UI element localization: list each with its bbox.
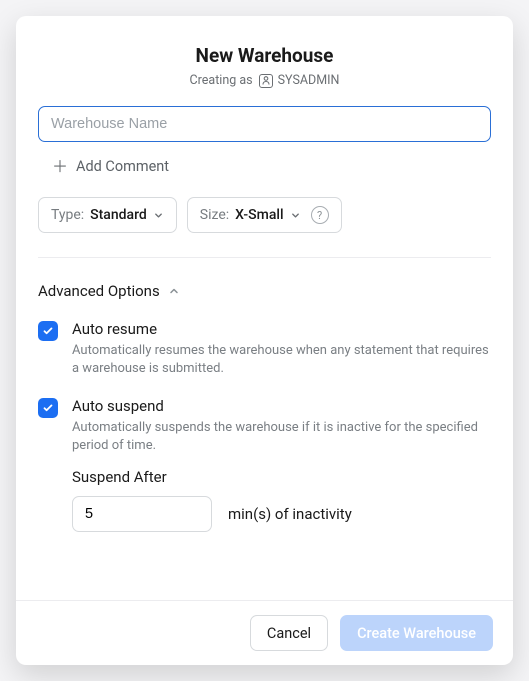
creating-as-prefix: Creating as xyxy=(190,73,253,88)
auto-resume-title: Auto resume xyxy=(72,320,491,338)
suspend-after-input[interactable] xyxy=(72,496,212,532)
role-badge: SYSADMIN xyxy=(259,73,340,88)
modal-footer: Cancel Create Warehouse xyxy=(16,600,513,665)
create-warehouse-button[interactable]: Create Warehouse xyxy=(340,615,493,651)
add-comment-label: Add Comment xyxy=(76,158,169,175)
auto-suspend-checkbox[interactable] xyxy=(38,398,58,418)
chevron-down-icon xyxy=(153,210,164,221)
modal-title: New Warehouse xyxy=(38,44,491,67)
advanced-options-label: Advanced Options xyxy=(38,282,160,300)
type-label: Type: xyxy=(51,207,84,223)
cancel-button[interactable]: Cancel xyxy=(250,615,328,651)
size-help-icon[interactable]: ? xyxy=(311,206,329,224)
warehouse-name-input[interactable] xyxy=(38,106,491,142)
size-value: X-Small xyxy=(235,207,283,223)
auto-resume-desc: Automatically resumes the warehouse when… xyxy=(72,342,491,377)
auto-suspend-title: Auto suspend xyxy=(72,397,491,415)
suspend-after-unit: min(s) of inactivity xyxy=(228,505,352,523)
type-value: Standard xyxy=(90,207,147,223)
size-select[interactable]: Size: X-Small ? xyxy=(187,197,342,233)
chevron-down-icon xyxy=(290,210,301,221)
add-comment-button[interactable]: ＋ Add Comment xyxy=(52,158,169,175)
role-name: SYSADMIN xyxy=(278,73,340,88)
plus-icon: ＋ xyxy=(52,159,68,175)
auto-suspend-desc: Automatically suspends the warehouse if … xyxy=(72,419,491,454)
new-warehouse-modal: New Warehouse Creating as SYSADMIN xyxy=(16,16,513,665)
chevron-up-icon xyxy=(168,285,180,297)
type-select[interactable]: Type: Standard xyxy=(38,197,177,233)
creating-as-line: Creating as SYSADMIN xyxy=(38,73,491,88)
role-icon xyxy=(259,74,273,88)
suspend-after-label: Suspend After xyxy=(72,468,491,486)
auto-resume-checkbox[interactable] xyxy=(38,321,58,341)
divider xyxy=(38,257,491,258)
advanced-options-toggle[interactable]: Advanced Options xyxy=(38,282,180,300)
size-label: Size: xyxy=(200,207,229,223)
